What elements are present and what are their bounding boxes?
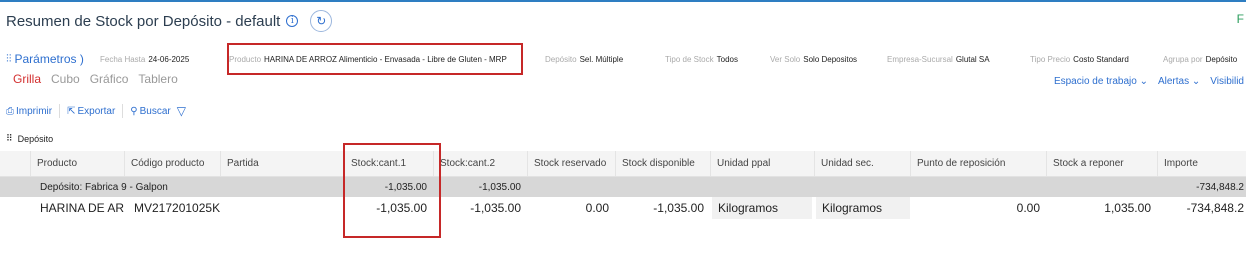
search-button[interactable]: ⚲ Buscar (130, 106, 170, 117)
printer-icon: ⎙ (6, 105, 14, 117)
filter-label: Fecha Hasta (100, 55, 146, 64)
group-row[interactable]: Depósito: Fabrica 9 - Galpon -1,035.00 -… (0, 177, 1246, 197)
col-header-unidad-ppal[interactable]: Unidad ppal (710, 151, 814, 176)
funnel-icon[interactable]: ▽ (177, 104, 186, 118)
print-button[interactable]: ⎙ Imprimir (6, 106, 52, 117)
filter-label: Ver Solo (770, 55, 801, 64)
info-icon[interactable]: i (286, 15, 299, 27)
filter-fecha-hasta[interactable]: Fecha Hasta 24-06-2025 (100, 55, 189, 64)
filter-value: Depósito (1205, 55, 1238, 64)
filter-label: Depósito (545, 55, 577, 64)
cell-stock-cant2: -1,035.00 (470, 201, 521, 215)
cell-reservado: 0.00 (585, 201, 609, 215)
top-accent-line (0, 0, 1246, 2)
filter-ver-solo[interactable]: Ver Solo Solo Depositos (770, 55, 857, 64)
title-row: Resumen de Stock por Depósito - default … (6, 10, 333, 32)
col-header-stock-reponer[interactable]: Stock a reponer (1046, 151, 1157, 176)
group-by-label: Depósito (17, 133, 54, 144)
group-by-area[interactable]: ⠿ Depósito (6, 133, 53, 144)
toolbar-divider (122, 104, 124, 118)
col-header-disponible[interactable]: Stock disponible (615, 151, 710, 176)
export-label: Exportar (77, 105, 116, 117)
filter-value: Glutal SA (955, 55, 990, 64)
cell-partida (220, 197, 344, 219)
tab-tablero[interactable]: Tablero (138, 72, 177, 86)
grid-icon: ⠿ (6, 133, 13, 143)
sliders-icon: ⫶⫶ (6, 52, 12, 65)
parameters-button[interactable]: ⫶⫶ Parámetros ) (6, 52, 84, 66)
col-header-stock-cant2[interactable]: Stock:cant.2 (433, 151, 527, 176)
group-row-label: Depósito: Fabrica 9 - Galpon (40, 181, 168, 193)
table-row[interactable]: HARINA DE ARR MV217201025KBF -1,035.00 -… (0, 197, 1246, 219)
cell-disponible: -1,035.00 (653, 201, 704, 215)
alerts-dropdown[interactable]: Alertas ⌄ (1158, 76, 1200, 87)
refresh-button[interactable]: ↻ (310, 10, 333, 32)
col-header-partida[interactable]: Partida (220, 151, 344, 176)
search-icon: ⚲ (130, 105, 138, 117)
cell-punto-reposicion: 0.00 (1016, 201, 1040, 215)
chevron-down-icon: ⌄ (1191, 76, 1201, 87)
filter-tipo-stock[interactable]: Tipo de Stock Todos (665, 55, 738, 64)
col-header-unidad-sec[interactable]: Unidad sec. (814, 151, 910, 176)
group-importe: -734,848.2 (1196, 181, 1244, 193)
stock-cant1-highlight-box (343, 143, 441, 238)
filter-label: Empresa-Sucursal (887, 55, 953, 64)
filter-agrupa-por[interactable]: Agrupa por Depósito (1163, 55, 1237, 64)
export-button[interactable]: ⇱ Exportar (67, 106, 115, 117)
filter-label: Tipo Precio (1030, 55, 1071, 64)
cell-unidad-ppal: Kilogramos (712, 197, 812, 219)
col-header-punto-reposicion[interactable]: Punto de reposición (910, 151, 1046, 176)
alerts-label: Alertas (1157, 76, 1190, 87)
cell-codigo: MV217201025KBF (134, 201, 220, 215)
filter-tipo-precio[interactable]: Tipo Precio Costo Standard (1030, 55, 1129, 64)
visibility-dropdown[interactable]: Visibilid (1210, 76, 1244, 87)
grid-toolbar: ⎙ Imprimir ⇱ Exportar ⚲ Buscar ▽ (6, 104, 186, 118)
col-header-codigo[interactable]: Código producto (124, 151, 220, 176)
export-icon: ⇱ (67, 105, 76, 117)
cell-producto: HARINA DE ARR (40, 201, 124, 215)
table-header-row: Producto Código producto Partida Stock:c… (0, 151, 1246, 177)
corner-label: F (1236, 12, 1244, 26)
group-cant2: -1,035.00 (478, 181, 521, 193)
col-header-importe[interactable]: Importe (1157, 151, 1246, 176)
workspace-label: Espacio de trabajo (1053, 76, 1137, 87)
cell-importe: -734,848.2 (1186, 201, 1244, 215)
chevron-down-icon: ⌄ (1139, 76, 1148, 87)
parameters-label: Parámetros ) (14, 52, 84, 66)
cell-stock-reponer: 1,035.00 (1104, 201, 1151, 215)
product-highlight-box (227, 43, 523, 75)
workspace-dropdown[interactable]: Espacio de trabajo ⌄ (1054, 76, 1148, 87)
filter-value: Sel. Múltiple (579, 55, 624, 64)
refresh-icon: ↻ (316, 14, 327, 28)
tab-grafico[interactable]: Gráfico (90, 72, 129, 86)
cell-unidad-sec: Kilogramos (816, 197, 910, 219)
page-title: Resumen de Stock por Depósito - default (6, 12, 281, 30)
col-header-producto[interactable]: Producto (30, 151, 124, 176)
search-label: Buscar (139, 105, 171, 117)
col-header-reservado[interactable]: Stock reservado (527, 151, 615, 176)
workspace-menu: Espacio de trabajo ⌄ Alertas ⌄ Visibilid (1054, 76, 1244, 87)
filter-value: 24-06-2025 (148, 55, 190, 64)
toolbar-divider (59, 104, 61, 118)
view-tabs: Grilla Cubo Gráfico Tablero (13, 72, 178, 86)
filter-value: Costo Standard (1073, 55, 1129, 64)
tab-grilla[interactable]: Grilla (13, 72, 41, 86)
tab-cubo[interactable]: Cubo (51, 72, 80, 86)
filter-value: Solo Depositos (803, 55, 858, 64)
filter-label: Tipo de Stock (665, 55, 714, 64)
filter-label: Agrupa por (1163, 55, 1203, 64)
print-label: Imprimir (16, 105, 53, 117)
filter-deposito[interactable]: Depósito Sel. Múltiple (545, 55, 623, 64)
filter-empresa-sucursal[interactable]: Empresa-Sucursal Glutal SA (887, 55, 990, 64)
filter-value: Todos (716, 55, 738, 64)
